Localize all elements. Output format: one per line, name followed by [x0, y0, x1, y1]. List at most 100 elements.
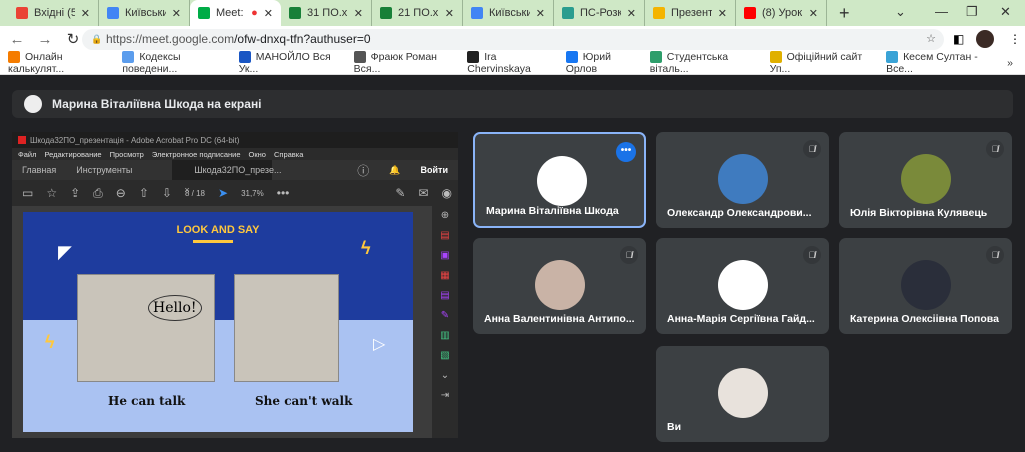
upload-icon[interactable]: ⇪: [70, 186, 80, 200]
bookmark-favicon-icon: [649, 51, 662, 64]
acrobat-menu-item[interactable]: Редактирование: [44, 150, 101, 159]
browser-tab[interactable]: Вхідні (5) -✕: [8, 0, 99, 26]
slide-title: LOOK AND SAY: [176, 224, 260, 236]
pointer-icon[interactable]: ➤: [218, 186, 228, 200]
close-tab-icon[interactable]: ✕: [718, 7, 727, 20]
avatar: [718, 368, 768, 418]
close-tab-icon[interactable]: ✕: [627, 7, 636, 20]
mic-off-icon: 🎙̸: [803, 246, 821, 264]
bookmark-item[interactable]: МАНОЙЛО Вся Ук...: [238, 51, 340, 75]
login-button[interactable]: Войти: [411, 165, 458, 175]
scan-icon[interactable]: ▧: [440, 350, 449, 361]
tab-document[interactable]: Шкода32ПО_презе... ×: [172, 160, 281, 195]
profile-avatar[interactable]: [976, 30, 994, 48]
forward-icon[interactable]: →: [34, 31, 56, 48]
print-icon[interactable]: ⎙: [93, 186, 103, 201]
url-input[interactable]: 🔒 https://meet.google.com/ofw-dnxq-tfn?au…: [82, 29, 944, 50]
presenter-avatar: [24, 95, 42, 113]
tab-tools[interactable]: Инструменты: [66, 165, 142, 175]
close-tab-icon[interactable]: ✕: [81, 7, 90, 20]
address-bar: ← → ↻ 🔒 https://meet.google.com/ofw-dnxq-…: [0, 26, 1025, 52]
zoom-icon[interactable]: ⊕: [441, 210, 449, 221]
browser-tab[interactable]: Київський✕: [99, 0, 190, 26]
bookmark-favicon-icon: [8, 51, 20, 64]
menu-icon[interactable]: ⋮: [1009, 32, 1021, 46]
close-tab-icon[interactable]: ✕: [445, 7, 454, 20]
pdf-icon[interactable]: ▤: [440, 230, 449, 241]
page-up-icon[interactable]: ⇧: [139, 186, 149, 200]
more-icon[interactable]: •••: [277, 186, 290, 200]
acrobat-menu-item[interactable]: Просмотр: [110, 150, 144, 159]
tab-search-icon[interactable]: ⌄: [895, 4, 906, 20]
more-bookmarks-icon[interactable]: »: [1007, 57, 1013, 69]
organize-icon[interactable]: ▦: [440, 270, 449, 281]
edit-icon[interactable]: ▤: [440, 290, 449, 301]
bookmark-star-icon[interactable]: ☆: [926, 29, 936, 50]
participant-tile[interactable]: 🎙̸ Анна-Марія Сергіївна Гайд...: [656, 238, 829, 334]
bookmark-item[interactable]: Кодексы поведени...: [122, 51, 224, 75]
bookmark-favicon-icon: [886, 51, 899, 64]
minimize-button[interactable]: —: [935, 4, 948, 19]
bookmark-item[interactable]: Офіційний сайт Уп...: [769, 51, 872, 75]
sign-tool-icon[interactable]: ✎: [441, 310, 449, 321]
new-tab-button[interactable]: +: [839, 3, 850, 24]
bookmark-item[interactable]: Студентська віталь...: [649, 51, 756, 75]
bookmark-item[interactable]: Онлайн калькулят...: [8, 51, 108, 75]
tab-favicon-icon: [16, 7, 28, 19]
maximize-button[interactable]: ❐: [966, 4, 978, 20]
side-panel-icon[interactable]: ◧: [953, 32, 964, 46]
zoom-out-icon[interactable]: ⊖: [116, 186, 126, 200]
help-icon[interactable]: ⓘ: [347, 162, 379, 179]
browser-tab[interactable]: (8) Урок а✕: [736, 0, 827, 26]
back-icon[interactable]: ←: [6, 31, 28, 48]
zoom-select[interactable]: 31,7%: [241, 189, 264, 198]
acrobat-icon: [18, 136, 26, 144]
presenting-banner: Марина Віталіївна Шкода на екрані: [12, 90, 1013, 118]
bell-icon[interactable]: 🔔: [379, 165, 410, 176]
mail-icon[interactable]: ✉: [418, 186, 428, 200]
browser-tab[interactable]: ПС-Розкла✕: [554, 0, 645, 26]
acrobat-menu-item[interactable]: Справка: [274, 150, 303, 159]
save-icon[interactable]: ▭: [22, 186, 33, 200]
export-icon[interactable]: ▥: [440, 330, 449, 341]
close-tab-icon[interactable]: ✕: [354, 7, 363, 20]
comment-icon[interactable]: ▣: [440, 250, 449, 261]
participant-tile[interactable]: 🎙̸ Анна Валентинівна Антипо...: [473, 238, 646, 334]
browser-tab[interactable]: Київський✕: [463, 0, 554, 26]
bookmark-item[interactable]: Кесем Султан - Все...: [886, 51, 993, 75]
page-down-icon[interactable]: ⇩: [162, 186, 172, 200]
browser-tab[interactable]: Презентац✕: [645, 0, 736, 26]
collapse-icon[interactable]: ⌄: [441, 370, 449, 381]
close-tab-icon[interactable]: ✕: [809, 7, 818, 20]
bookmark-item[interactable]: Фраюк Роман Вся...: [353, 51, 454, 75]
sign-icon[interactable]: ✎: [395, 186, 405, 200]
close-tab-icon[interactable]: ✕: [172, 7, 181, 20]
acrobat-right-tools: ⊕ ▤ ▣ ▦ ▤ ✎ ▥ ▧ ⌄ ⇥: [432, 206, 458, 438]
participant-tile[interactable]: 🎙̸ Юлія Вікторівна Кулявець: [839, 132, 1012, 228]
bookmark-item[interactable]: Юрий Орлов: [565, 51, 636, 75]
bookmark-item[interactable]: Ira Chervinskaya: [467, 51, 551, 75]
acrobat-menu-item[interactable]: Окно: [249, 150, 266, 159]
star-icon[interactable]: ☆: [46, 186, 57, 200]
participant-tile[interactable]: 🎙̸ Катерина Олексіівна Попова: [839, 238, 1012, 334]
acrobat-menu-item[interactable]: Файл: [18, 150, 36, 159]
browser-tab[interactable]: 31 ПО.xlsx✕: [281, 0, 372, 26]
more-options-icon[interactable]: •••: [616, 142, 636, 162]
acrobat-menu-item[interactable]: Электронное подписание: [152, 150, 241, 159]
page-number[interactable]: 8: [185, 189, 189, 198]
participant-tile[interactable]: Ви: [656, 346, 829, 442]
participant-tile[interactable]: ••• Марина Віталіївна Шкода: [473, 132, 646, 228]
tab-home[interactable]: Главная: [12, 165, 66, 175]
parrot-image: Hello!: [77, 274, 215, 382]
participant-tile[interactable]: 🎙̸ Олександр Олександрови...: [656, 132, 829, 228]
close-tab-icon[interactable]: ✕: [264, 7, 273, 20]
reload-icon[interactable]: ↻: [62, 30, 84, 48]
browser-tab[interactable]: Meet: ● ✕: [190, 0, 281, 26]
close-tab-icon[interactable]: ✕: [536, 7, 545, 20]
bookmarks-bar: Онлайн калькулят... Кодексы поведени... МА…: [0, 51, 1025, 75]
account-icon[interactable]: ◉: [442, 186, 452, 200]
browser-tab[interactable]: 21 ПО.xlsx✕: [372, 0, 463, 26]
close-window-button[interactable]: ✕: [1000, 4, 1011, 20]
mic-off-icon: 🎙̸: [986, 246, 1004, 264]
expand-icon[interactable]: ⇥: [441, 390, 449, 401]
